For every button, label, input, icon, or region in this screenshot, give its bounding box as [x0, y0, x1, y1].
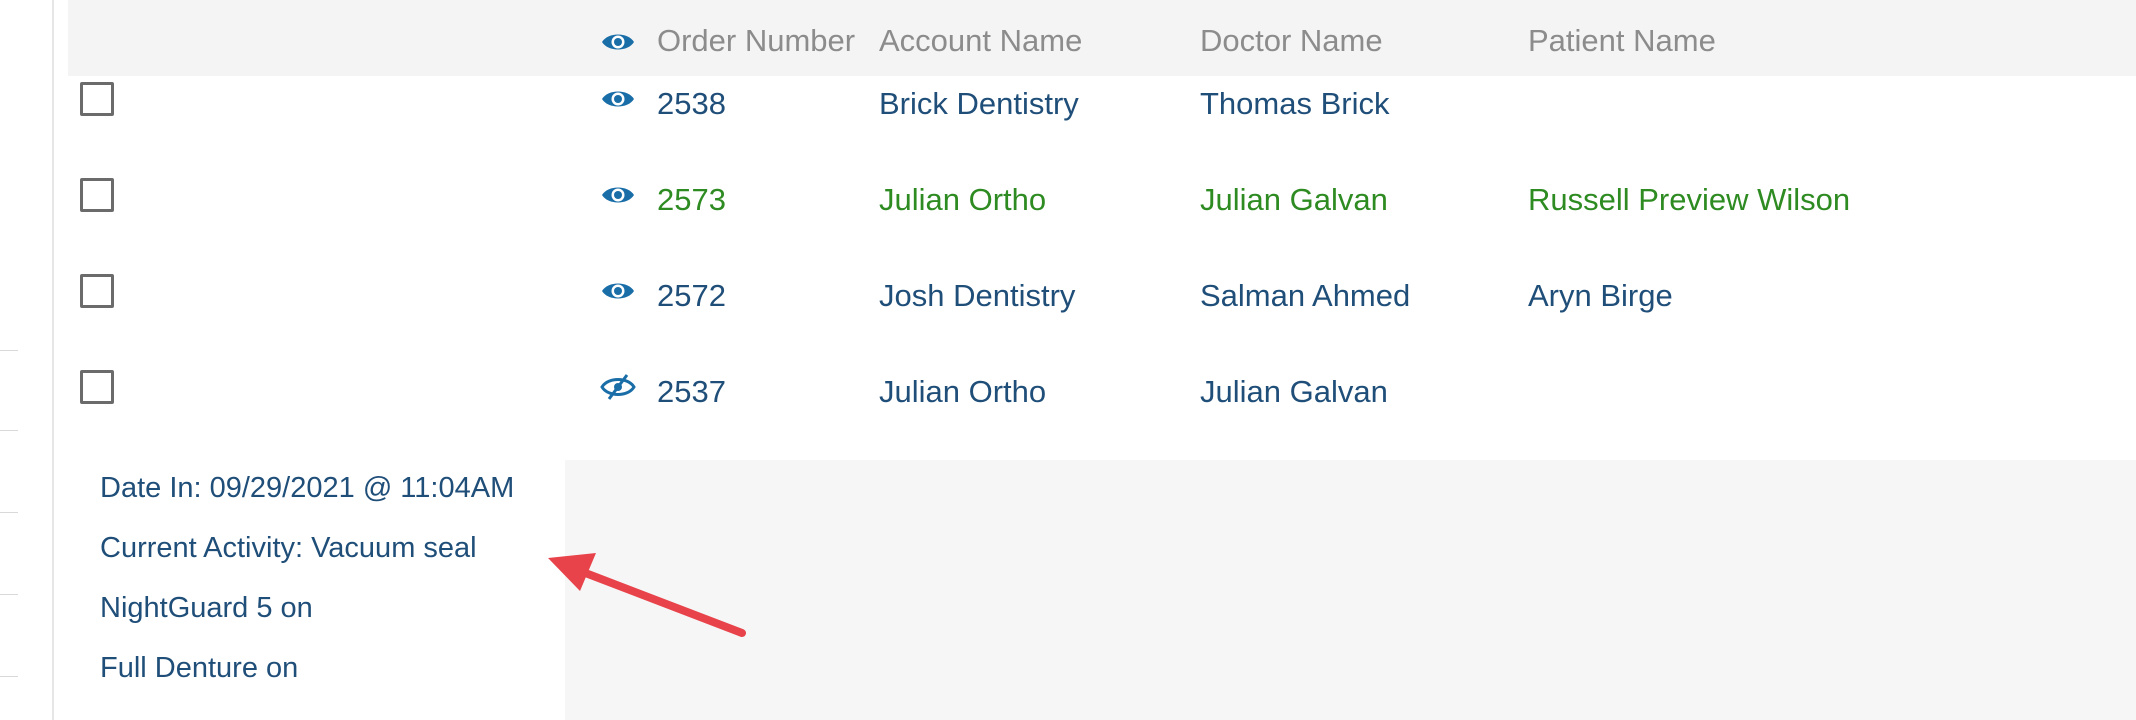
header-order-number[interactable]: Order Number — [657, 23, 855, 59]
doctor-name-link[interactable]: Thomas Brick — [1200, 86, 1389, 122]
row-checkbox[interactable] — [80, 178, 114, 212]
row-checkbox[interactable] — [80, 82, 114, 116]
table-row[interactable]: 2537 Julian Ortho Julian Galvan — [68, 346, 2136, 442]
row-checkbox[interactable] — [80, 370, 114, 404]
order-number-link[interactable]: 2573 — [657, 182, 726, 218]
doctor-name-link[interactable]: Julian Galvan — [1200, 374, 1388, 410]
account-name-link[interactable]: Brick Dentistry — [879, 86, 1079, 122]
account-name-link[interactable]: Julian Ortho — [879, 374, 1046, 410]
eye-icon[interactable] — [600, 180, 636, 210]
eye-icon[interactable] — [600, 276, 636, 306]
table-row[interactable]: 2573 Julian Ortho Julian Galvan Russell … — [68, 154, 2136, 250]
orders-table-panel: Order Number Account Name Doctor Name Pa… — [68, 0, 2136, 720]
divider — [0, 594, 18, 595]
table-row[interactable]: 2538 Brick Dentistry Thomas Brick — [68, 58, 2136, 154]
patient-name-link[interactable]: Aryn Birge — [1528, 278, 1673, 314]
current-activity-text: Current Activity: Vacuum seal — [100, 532, 477, 564]
divider — [0, 676, 18, 677]
divider — [0, 430, 18, 431]
left-sidebar-strip — [0, 0, 54, 720]
detail-background — [565, 460, 2136, 720]
product-line: NightGuard 5 on — [100, 592, 313, 624]
header-patient-name[interactable]: Patient Name — [1528, 23, 1716, 59]
header-account-name[interactable]: Account Name — [879, 23, 1082, 59]
order-number-link[interactable]: 2572 — [657, 278, 726, 314]
table-row[interactable]: 2572 Josh Dentistry Salman Ahmed Aryn Bi… — [68, 250, 2136, 346]
divider — [0, 512, 18, 513]
eye-icon[interactable] — [600, 27, 636, 57]
doctor-name-link[interactable]: Salman Ahmed — [1200, 278, 1410, 314]
header-doctor-name[interactable]: Doctor Name — [1200, 23, 1383, 59]
eye-icon[interactable] — [600, 84, 636, 114]
account-name-link[interactable]: Josh Dentistry — [879, 278, 1075, 314]
eye-slash-icon[interactable] — [600, 372, 636, 402]
patient-name-link[interactable]: Russell Preview Wilson — [1528, 182, 1850, 218]
date-in-text: Date In: 09/29/2021 @ 11:04AM — [100, 472, 515, 504]
product-line: Full Denture on — [100, 652, 299, 684]
account-name-link[interactable]: Julian Ortho — [879, 182, 1046, 218]
row-checkbox[interactable] — [80, 274, 114, 308]
order-number-link[interactable]: 2538 — [657, 86, 726, 122]
order-number-link[interactable]: 2537 — [657, 374, 726, 410]
divider — [0, 350, 18, 351]
doctor-name-link[interactable]: Julian Galvan — [1200, 182, 1388, 218]
